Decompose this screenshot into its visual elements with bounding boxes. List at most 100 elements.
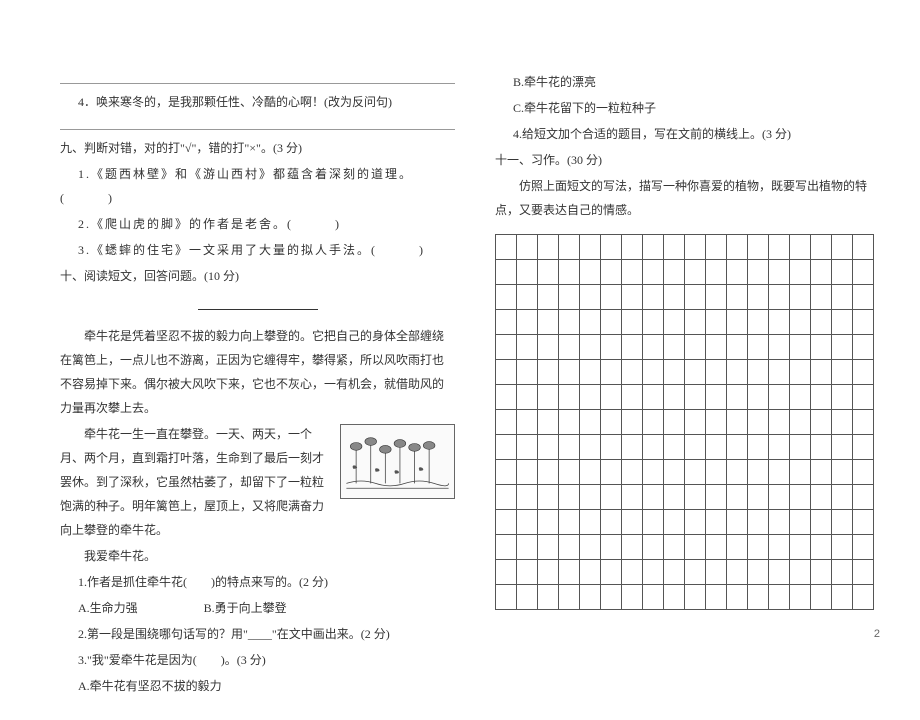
grid-cell bbox=[538, 560, 559, 585]
grid-cell bbox=[643, 510, 664, 535]
grid-cell bbox=[559, 410, 580, 435]
grid-cell bbox=[601, 410, 622, 435]
grid-cell bbox=[769, 385, 790, 410]
grid-cell bbox=[643, 585, 664, 610]
grid-cell bbox=[811, 235, 832, 260]
grid-cell bbox=[769, 260, 790, 285]
grid-cell bbox=[769, 560, 790, 585]
grid-cell bbox=[853, 410, 874, 435]
grid-cell bbox=[622, 260, 643, 285]
grid-cell bbox=[601, 385, 622, 410]
grid-cell bbox=[496, 385, 517, 410]
option-a: A.生命力强 bbox=[78, 601, 138, 615]
grid-cell bbox=[811, 410, 832, 435]
grid-cell bbox=[685, 510, 706, 535]
q10-3-option-a: A.牵牛花有坚忍不拔的毅力 bbox=[60, 674, 455, 698]
grid-cell bbox=[769, 510, 790, 535]
grid-cell bbox=[769, 585, 790, 610]
grid-cell bbox=[853, 235, 874, 260]
option-b: B.勇于向上攀登 bbox=[204, 601, 287, 615]
grid-cell bbox=[580, 335, 601, 360]
grid-cell bbox=[517, 385, 538, 410]
grid-cell bbox=[706, 485, 727, 510]
grid-cell bbox=[685, 485, 706, 510]
grid-cell bbox=[811, 260, 832, 285]
grid-cell bbox=[664, 235, 685, 260]
grid-cell bbox=[496, 460, 517, 485]
grid-cell bbox=[727, 360, 748, 385]
grid-cell bbox=[664, 460, 685, 485]
grid-cell bbox=[832, 260, 853, 285]
q10-3-option-c: C.牵牛花留下的一粒粒种子 bbox=[495, 96, 890, 120]
grid-cell bbox=[496, 585, 517, 610]
grid-cell bbox=[622, 435, 643, 460]
grid-cell bbox=[832, 360, 853, 385]
grid-cell bbox=[811, 585, 832, 610]
grid-cell bbox=[790, 435, 811, 460]
grid-cell bbox=[727, 585, 748, 610]
grid-cell bbox=[643, 385, 664, 410]
grid-cell bbox=[706, 535, 727, 560]
grid-cell bbox=[706, 460, 727, 485]
grid-cell bbox=[790, 235, 811, 260]
grid-cell bbox=[517, 485, 538, 510]
grid-cell bbox=[790, 285, 811, 310]
grid-cell bbox=[580, 385, 601, 410]
page-content: 4．唤来寒冬的，是我那颗任性、冷酷的心啊！(改为反问句) 九、判断对错，对的打"… bbox=[0, 0, 920, 720]
grid-cell bbox=[601, 310, 622, 335]
grid-cell bbox=[727, 285, 748, 310]
grid-cell bbox=[538, 535, 559, 560]
grid-cell bbox=[643, 310, 664, 335]
grid-cell bbox=[559, 510, 580, 535]
grid-cell bbox=[790, 335, 811, 360]
grid-cell bbox=[727, 485, 748, 510]
grid-cell bbox=[727, 335, 748, 360]
grid-cell bbox=[580, 560, 601, 585]
grid-cell bbox=[517, 510, 538, 535]
grid-cell bbox=[496, 560, 517, 585]
section-9-title: 九、判断对错，对的打"√"，错的打"×"。(3 分) bbox=[60, 136, 455, 160]
grid-cell bbox=[496, 535, 517, 560]
grid-cell bbox=[580, 585, 601, 610]
grid-cell bbox=[517, 460, 538, 485]
grid-cell bbox=[748, 260, 769, 285]
grid-cell bbox=[622, 560, 643, 585]
grid-cell bbox=[622, 460, 643, 485]
grid-cell bbox=[811, 385, 832, 410]
grid-cell bbox=[748, 435, 769, 460]
grid-cell bbox=[769, 310, 790, 335]
answer-line bbox=[60, 70, 455, 84]
grid-cell bbox=[706, 260, 727, 285]
grid-cell bbox=[664, 435, 685, 460]
grid-cell bbox=[580, 310, 601, 335]
grid-cell bbox=[769, 410, 790, 435]
grid-cell bbox=[538, 460, 559, 485]
grid-cell bbox=[832, 485, 853, 510]
grid-cell bbox=[538, 360, 559, 385]
grid-cell bbox=[496, 285, 517, 310]
grid-cell bbox=[538, 335, 559, 360]
grid-cell bbox=[559, 485, 580, 510]
grid-cell bbox=[748, 385, 769, 410]
grid-cell bbox=[538, 310, 559, 335]
grid-cell bbox=[811, 335, 832, 360]
grid-cell bbox=[685, 535, 706, 560]
grid-cell bbox=[832, 510, 853, 535]
grid-cell bbox=[664, 510, 685, 535]
grid-cell bbox=[538, 260, 559, 285]
grid-cell bbox=[769, 485, 790, 510]
grid-cell bbox=[643, 535, 664, 560]
grid-cell bbox=[685, 585, 706, 610]
grid-cell bbox=[580, 285, 601, 310]
grid-cell bbox=[643, 560, 664, 585]
grid-cell bbox=[853, 485, 874, 510]
grid-cell bbox=[790, 485, 811, 510]
grid-cell bbox=[622, 285, 643, 310]
grid-cell bbox=[727, 510, 748, 535]
section-10-title: 十、阅读短文，回答问题。(10 分) bbox=[60, 264, 455, 288]
grid-cell bbox=[748, 335, 769, 360]
grid-cell bbox=[622, 585, 643, 610]
grid-cell bbox=[706, 360, 727, 385]
grid-cell bbox=[643, 410, 664, 435]
grid-cell bbox=[853, 560, 874, 585]
